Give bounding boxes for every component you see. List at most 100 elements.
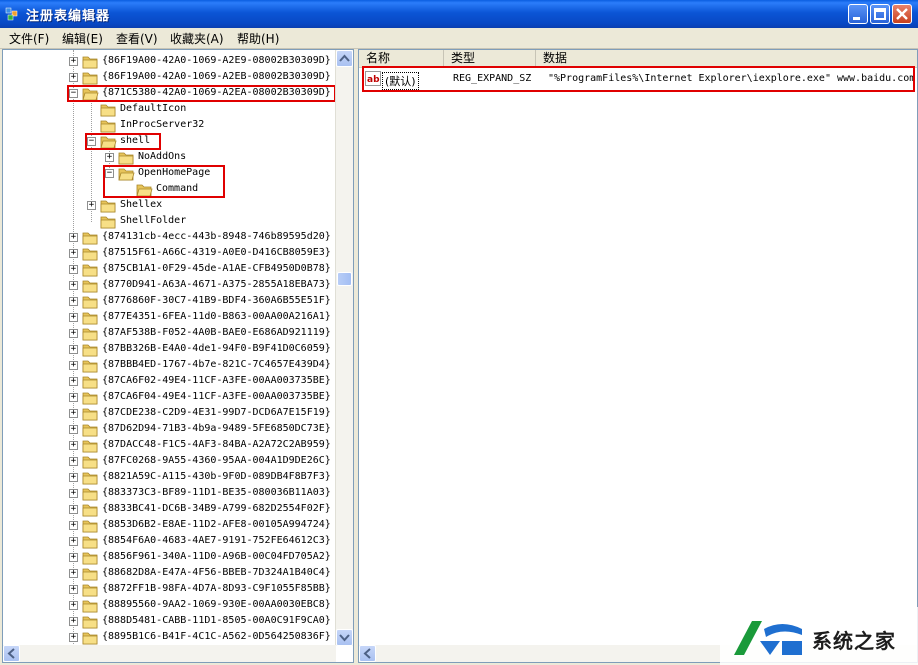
tree-node-label: {87CA6F02-49E4-11CF-A3FE-00AA003735BE} (102, 375, 331, 386)
expand-icon[interactable]: + (69, 441, 78, 450)
tree-node-label: {877E4351-6FEA-11d0-B863-00AA00A216A1} (102, 311, 331, 322)
tree-node[interactable]: + {877E4351-6FEA-11d0-B863-00AA00A216A1} (3, 310, 337, 326)
tree-node[interactable]: + {87FC0268-9A55-4360-95AA-004A1D9DE26C} (3, 454, 337, 470)
tree-node[interactable]: + {87515F61-A66C-4319-A0E0-D416CB8059E3} (3, 246, 337, 262)
tree-node-label: {8856F961-340A-11D0-A96B-00C04FD705A2} (102, 551, 331, 562)
expand-icon[interactable]: + (69, 569, 78, 578)
minimize-button[interactable] (848, 4, 868, 24)
tree-node[interactable]: ShellFolder (3, 214, 337, 230)
tree-node[interactable]: + {86F19A00-42A0-1069-A2E9-08002B30309D} (3, 54, 337, 70)
tree-node[interactable]: + {874131cb-4ecc-443b-8948-746b89595d20} (3, 230, 337, 246)
expand-icon[interactable]: + (69, 409, 78, 418)
expand-icon[interactable]: + (69, 425, 78, 434)
expand-icon[interactable]: + (69, 473, 78, 482)
tree-node[interactable]: + Shellex (3, 198, 337, 214)
expand-icon[interactable]: + (69, 329, 78, 338)
expand-icon[interactable]: + (69, 361, 78, 370)
expand-icon[interactable]: + (69, 345, 78, 354)
expand-icon[interactable]: + (69, 297, 78, 306)
maximize-button[interactable] (870, 4, 890, 24)
tree-node[interactable]: + {87D62D94-71B3-4b9a-9489-5FE6850DC73E} (3, 422, 337, 438)
expand-icon[interactable]: + (69, 313, 78, 322)
expand-icon[interactable]: + (69, 553, 78, 562)
tree-node-label: {8854F6A0-4683-4AE7-9191-752FE64612C3} (102, 535, 331, 546)
expand-icon[interactable]: + (69, 265, 78, 274)
scroll-up-button[interactable] (336, 50, 353, 67)
tree-node[interactable]: DefaultIcon (3, 102, 337, 118)
tree-node[interactable]: + {87CA6F02-49E4-11CF-A3FE-00AA003735BE} (3, 374, 337, 390)
expand-icon[interactable]: + (69, 489, 78, 498)
expand-icon[interactable]: + (69, 233, 78, 242)
expand-icon[interactable]: + (69, 601, 78, 610)
tree-node[interactable]: + {87DACC48-F1C5-4AF3-84BA-A2A72C2AB959} (3, 438, 337, 454)
tree-node[interactable]: + {87BBB4ED-1767-4b7e-821C-7C4657E439D4} (3, 358, 337, 374)
tree-node[interactable]: + NoAddOns (3, 150, 337, 166)
expand-icon[interactable]: + (69, 617, 78, 626)
tree-node[interactable]: + {888D5481-CABB-11D1-8505-00A0C91F9CA0} (3, 614, 337, 630)
expand-icon[interactable]: + (69, 521, 78, 530)
tree-node-label: {87515F61-A66C-4319-A0E0-D416CB8059E3} (102, 247, 331, 258)
tree-node[interactable]: + {8854F6A0-4683-4AE7-9191-752FE64612C3} (3, 534, 337, 550)
registry-values-list[interactable]: 名称 类型 数据 ab (默认) REG_EXPAND_SZ "%Program… (358, 49, 918, 663)
expand-icon[interactable]: + (69, 393, 78, 402)
menu-file[interactable]: 文件(F) (9, 30, 49, 47)
tree-node-label: {8895B1C6-B41F-4C1C-A562-0D564250836F} (102, 631, 331, 642)
tree-node[interactable]: + {8895B1C6-B41F-4C1C-A562-0D564250836F} (3, 630, 337, 646)
scroll-left-button[interactable] (3, 645, 20, 662)
tree-vertical-scrollbar[interactable] (335, 50, 353, 646)
expand-icon[interactable]: + (69, 633, 78, 642)
tree-node[interactable]: + {8821A59C-A115-430b-9F0D-089DB4F8B7F3} (3, 470, 337, 486)
tree-node[interactable]: + {87CA6F04-49E4-11CF-A3FE-00AA003735BE} (3, 390, 337, 406)
tree-node[interactable]: − shell (3, 134, 337, 150)
chevron-down-icon (339, 634, 350, 642)
tree-node[interactable]: + {8856F961-340A-11D0-A96B-00C04FD705A2} (3, 550, 337, 566)
expand-icon[interactable]: + (69, 73, 78, 82)
tree-horizontal-scrollbar[interactable] (3, 645, 336, 662)
tree-node-label: {86F19A00-42A0-1069-A2E9-08002B30309D} (102, 55, 331, 66)
expand-icon[interactable]: + (87, 201, 96, 210)
expand-icon[interactable]: + (69, 281, 78, 290)
scroll-down-button[interactable] (336, 629, 353, 646)
tree-node-label: {88895560-9AA2-1069-930E-00AA0030EBC8} (102, 599, 331, 610)
tree-node-label: {874131cb-4ecc-443b-8948-746b89595d20} (102, 231, 331, 242)
tree-node[interactable]: + {8776860F-30C7-41B9-BDF4-360A6B55E51F} (3, 294, 337, 310)
folder-icon (100, 200, 116, 213)
tree-node[interactable]: + {88682D8A-E47A-4F56-BBEB-7D324A1B40C4} (3, 566, 337, 582)
expand-icon[interactable]: + (69, 537, 78, 546)
tree-node[interactable]: + {8872FF1B-98FA-4D7A-8D93-C9F1055F85BB} (3, 582, 337, 598)
tree-node-label: InProcServer32 (120, 119, 205, 130)
tree-node[interactable]: + {875CB1A1-0F29-45de-A1AE-CFB4950D0B78} (3, 262, 337, 278)
expand-icon[interactable]: + (69, 505, 78, 514)
tree-node[interactable]: + {87AF538B-F052-4A0B-BAE0-E686AD921119} (3, 326, 337, 342)
tree-node[interactable]: + {883373C3-BF89-11D1-BE35-080036B11A03} (3, 486, 337, 502)
expand-icon[interactable]: + (69, 57, 78, 66)
menu-view[interactable]: 查看(V) (116, 30, 158, 47)
tree-node[interactable]: + {86F19A00-42A0-1069-A2EB-08002B30309D} (3, 70, 337, 86)
folder-icon (82, 408, 98, 421)
tree-node[interactable]: + {88895560-9AA2-1069-930E-00AA0030EBC8} (3, 598, 337, 614)
tree-node[interactable]: + {8853D6B2-E8AE-11D2-AFE8-00105A994724} (3, 518, 337, 534)
expand-icon[interactable]: + (69, 457, 78, 466)
folder-icon (82, 552, 98, 565)
tree-node-label: {875CB1A1-0F29-45de-A1AE-CFB4950D0B78} (102, 263, 331, 274)
tree-node[interactable]: + {87BB326B-E4A0-4de1-94F0-B9F41D0C6059} (3, 342, 337, 358)
expand-icon[interactable]: + (105, 153, 114, 162)
scroll-left-button[interactable] (359, 645, 376, 662)
tree-node[interactable]: + {8833BC41-DC6B-34B9-A799-682D2554F02F} (3, 502, 337, 518)
tree-node-label: {883373C3-BF89-11D1-BE35-080036B11A03} (102, 487, 331, 498)
expand-icon[interactable]: + (69, 377, 78, 386)
registry-key-tree[interactable]: + {86F19A00-42A0-1069-A2E9-08002B30309D} +… (2, 49, 354, 663)
menu-help[interactable]: 帮助(H) (237, 30, 279, 47)
tree-node-label: {87FC0268-9A55-4360-95AA-004A1D9DE26C} (102, 455, 331, 466)
tree-node[interactable]: InProcServer32 (3, 118, 337, 134)
menu-favorites[interactable]: 收藏夹(A) (170, 30, 224, 47)
title-bar[interactable]: 注册表编辑器 (0, 0, 918, 28)
tree-node[interactable]: + {87CDE238-C2D9-4E31-99D7-DCD6A7E15F19} (3, 406, 337, 422)
tree-node[interactable]: + {8770D941-A63A-4671-A375-2855A18EBA73} (3, 278, 337, 294)
close-button[interactable] (892, 4, 912, 24)
menu-edit[interactable]: 编辑(E) (62, 30, 103, 47)
tree-node-label: {86F19A00-42A0-1069-A2EB-08002B30309D} (102, 71, 331, 82)
expand-icon[interactable]: + (69, 249, 78, 258)
expand-icon[interactable]: + (69, 585, 78, 594)
scroll-thumb[interactable] (337, 272, 352, 286)
